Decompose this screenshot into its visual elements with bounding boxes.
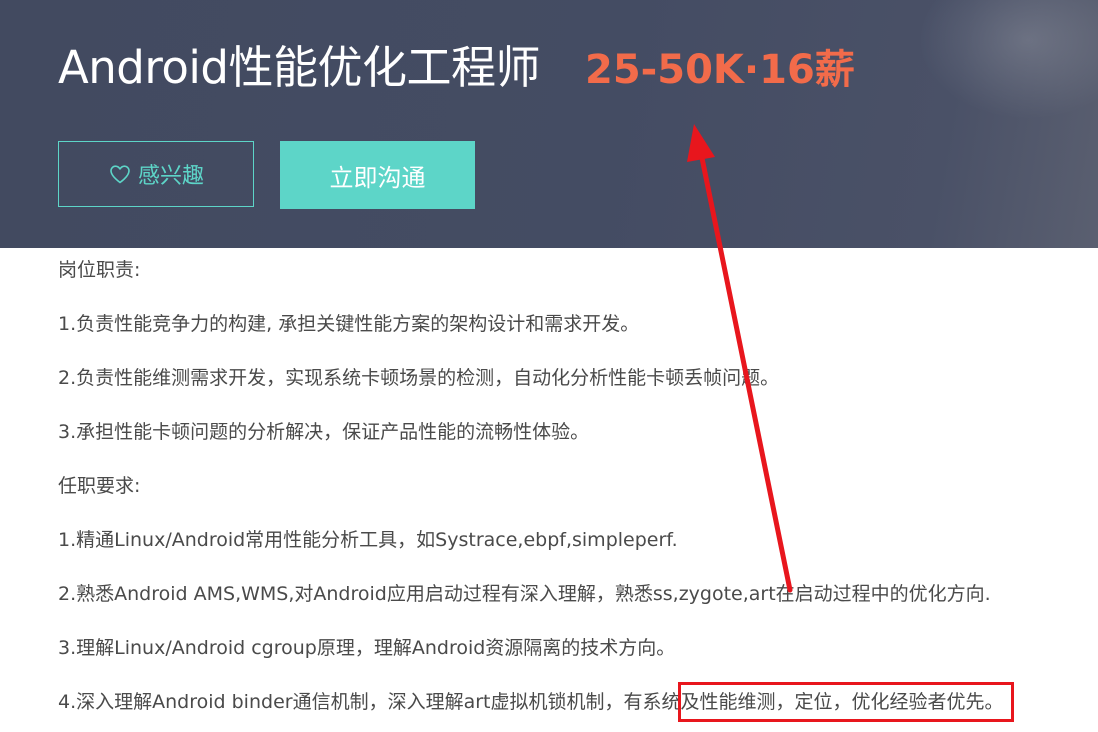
requirement-item: 3.理解Linux/Android cgroup原理，理解Android资源隔离… [58, 637, 676, 659]
heart-outline-icon [108, 162, 132, 186]
job-detail-page: Android性能优化工程师 25-50K·16薪 感兴趣 立即沟通 岗位职责:… [0, 0, 1098, 732]
chat-now-button[interactable]: 立即沟通 [280, 141, 475, 209]
requirement-item: 2.熟悉Android AMS,WMS,对Android应用启动过程有深入理解，… [58, 583, 991, 605]
requirements-heading: 任职要求: [58, 475, 141, 497]
duty-item: 3.承担性能卡顿问题的分析解决，保证产品性能的流畅性体验。 [58, 421, 590, 443]
duties-heading: 岗位职责: [58, 259, 141, 281]
requirement-item: 1.精通Linux/Android常用性能分析工具，如Systrace,ebpf… [58, 529, 678, 551]
job-title: Android性能优化工程师 [58, 41, 540, 94]
duty-item: 1.负责性能竞争力的构建, 承担关键性能方案的架构设计和需求开发。 [58, 313, 640, 335]
job-header: Android性能优化工程师 25-50K·16薪 感兴趣 立即沟通 [0, 0, 1098, 248]
highlight-annotation-box [678, 682, 1014, 722]
duty-item: 2.负责性能维测需求开发，实现系统卡顿场景的检测，自动化分析性能卡顿丢帧问题。 [58, 367, 780, 389]
job-salary: 25-50K·16薪 [585, 47, 855, 93]
interest-button[interactable]: 感兴趣 [58, 141, 254, 207]
header-glow [918, 0, 1098, 120]
interest-button-label: 感兴趣 [137, 164, 204, 189]
chat-now-button-label: 立即沟通 [329, 163, 426, 192]
